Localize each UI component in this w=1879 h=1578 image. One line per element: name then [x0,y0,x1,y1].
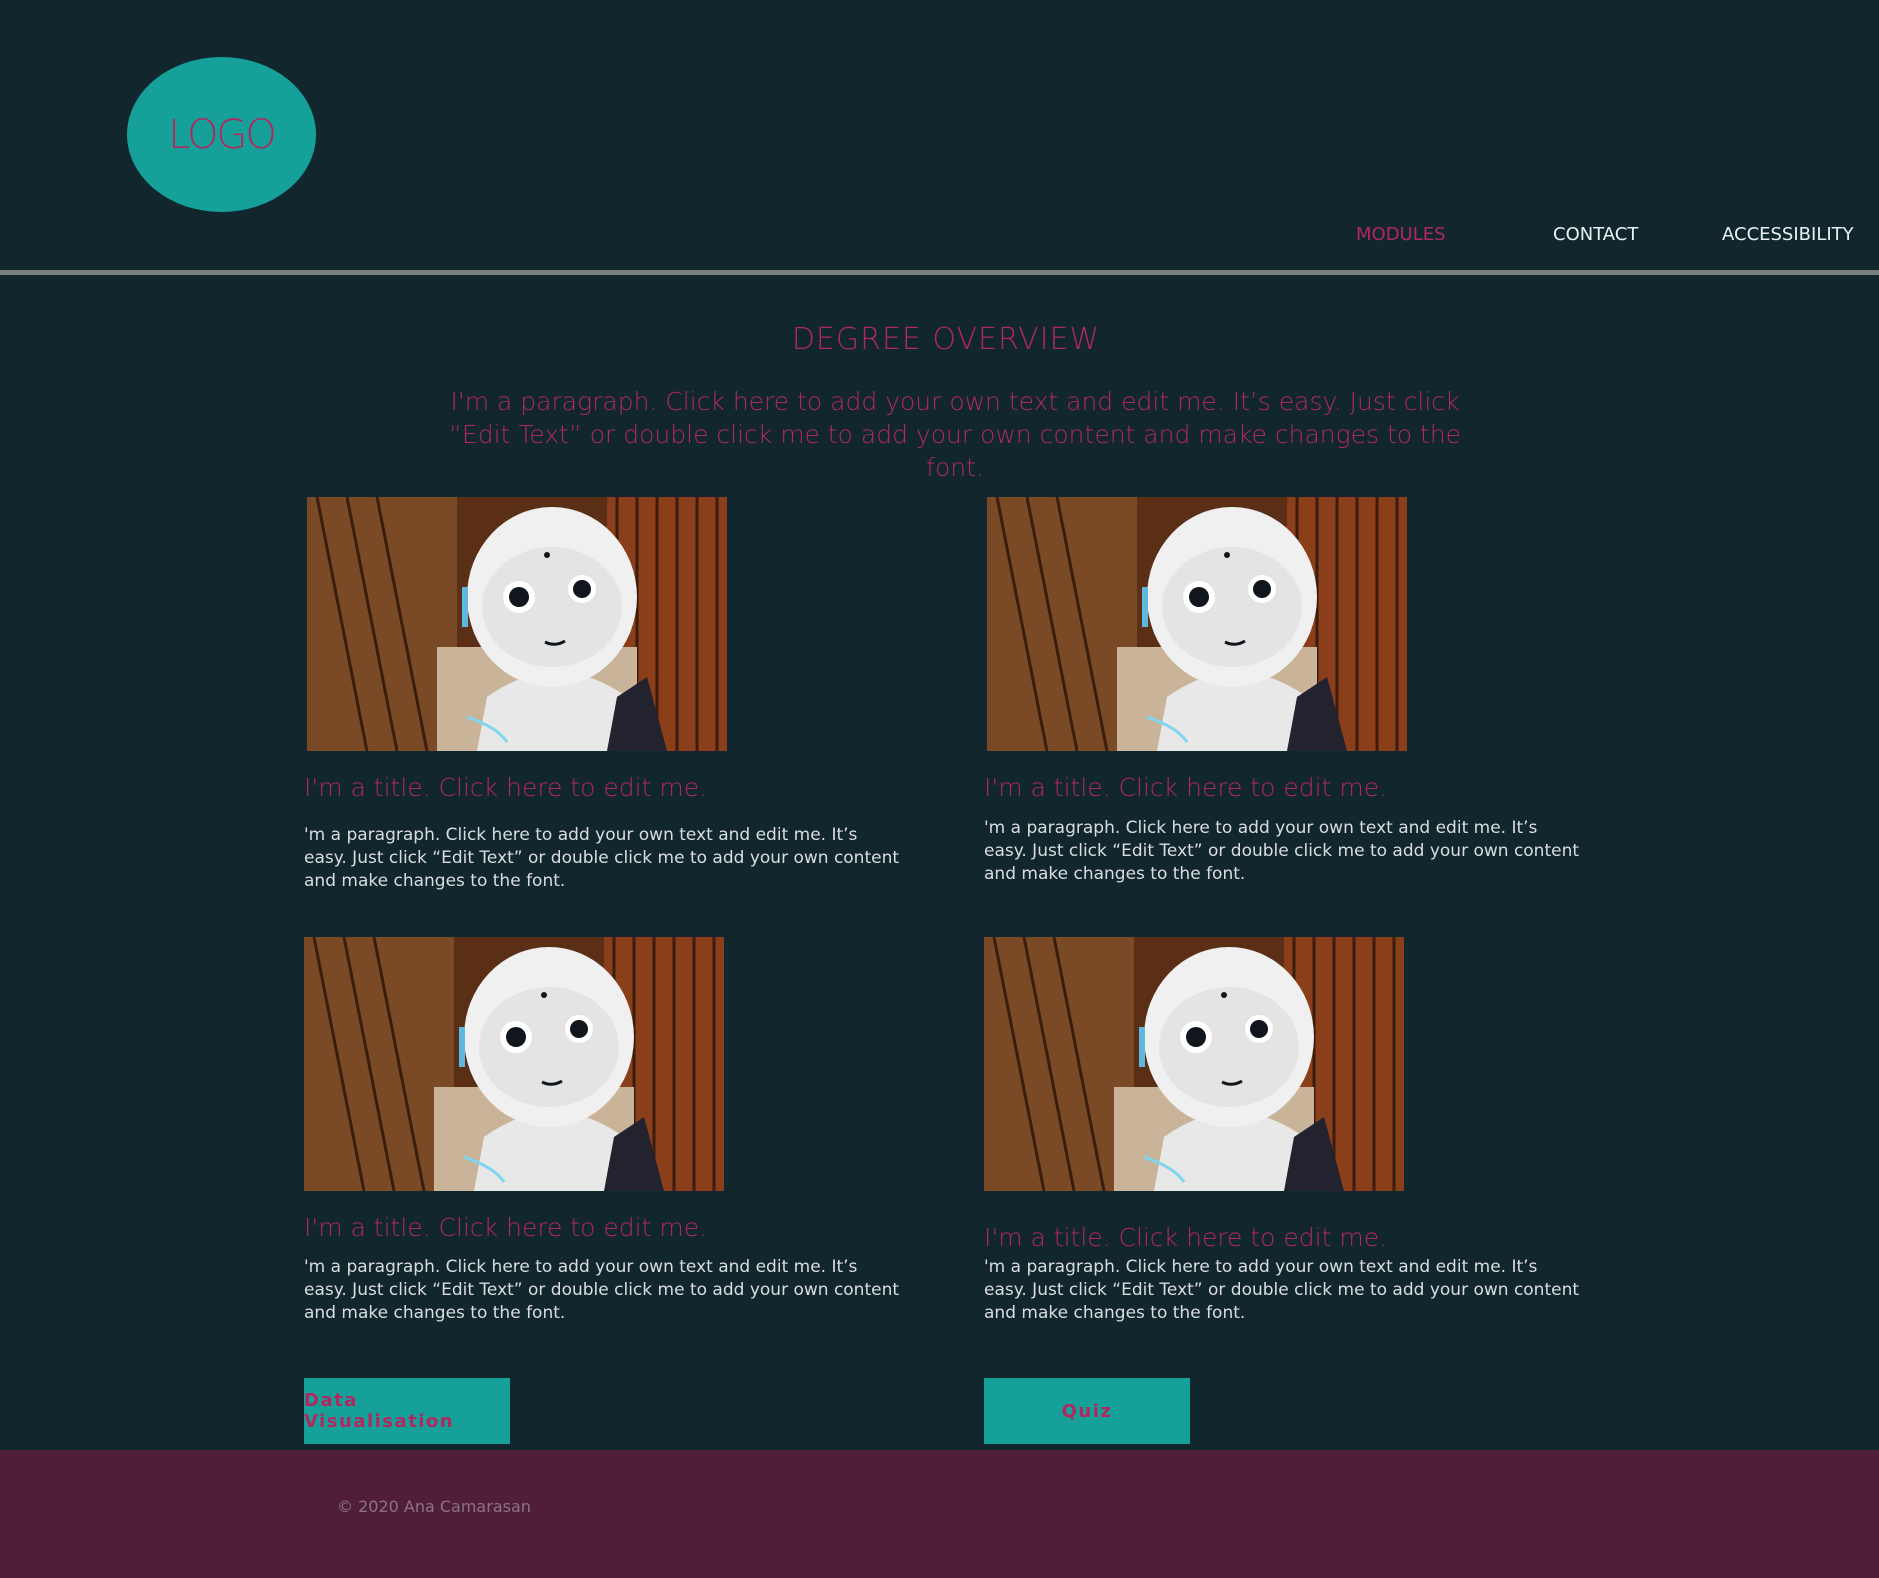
footer [0,1450,1879,1578]
nav-accessibility[interactable]: ACCESSIBILITY [1722,224,1854,248]
data-visualisation-button[interactable]: Data Visualisation [304,1378,510,1444]
logo[interactable]: LOGO [127,57,316,212]
card-image [984,937,1404,1191]
robot-photo [307,497,727,751]
card-title: I'm a title. Click here to edit me. [304,1213,708,1242]
card-title: I'm a title. Click here to edit me. [984,1223,1388,1252]
intro-paragraph: I'm a paragraph. Click here to add your … [448,387,1462,482]
copyright-text: © 2020 Ana Camarasan [337,1497,531,1516]
robot-photo [984,937,1404,1191]
logo-text: LOGO [168,111,277,158]
header-divider [0,270,1879,275]
robot-photo [987,497,1407,751]
card-image [307,497,727,751]
card-title: I'm a title. Click here to edit me. [984,773,1388,802]
page-title: DEGREE OVERVIEW [791,322,1101,357]
card-title: I'm a title. Click here to edit me. [304,773,708,802]
card-image [304,937,724,1191]
card-text: 'm a paragraph. Click here to add your o… [984,818,1580,884]
card-text: 'm a paragraph. Click here to add your o… [304,825,900,891]
card-text: 'm a paragraph. Click here to add your o… [304,1257,900,1323]
card-image [987,497,1407,751]
quiz-button[interactable]: Quiz [984,1378,1190,1444]
nav-contact[interactable]: CONTACT [1553,224,1638,248]
nav-modules[interactable]: MODULES [1356,224,1446,248]
card-text: 'm a paragraph. Click here to add your o… [984,1257,1580,1323]
robot-photo [304,937,724,1191]
